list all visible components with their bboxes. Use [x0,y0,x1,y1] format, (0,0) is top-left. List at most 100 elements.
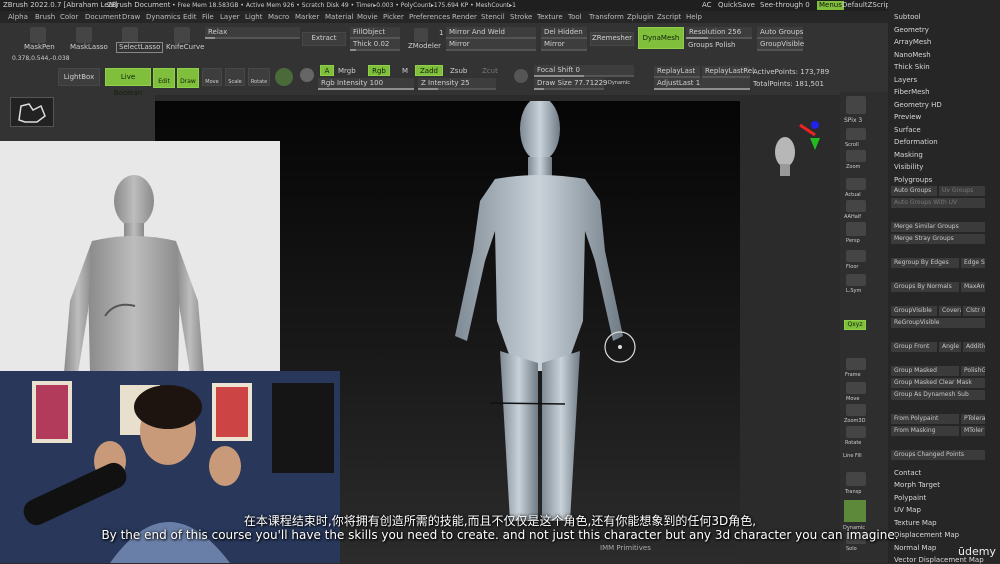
menu-dynamics[interactable]: Dynamics [146,13,181,21]
zoom3d-button[interactable]: Zoom3D [844,417,865,426]
mirror-button[interactable]: Mirror [446,39,536,51]
thick-slider[interactable]: Thick 0.02 [350,39,400,51]
mirror-button-2[interactable]: Mirror [541,39,587,51]
actual-button[interactable]: Actual [845,191,861,200]
color-sphere-icon[interactable] [300,68,314,82]
menu-color[interactable]: Color [60,13,78,21]
menus-toggle[interactable]: Menus [817,1,844,10]
knife-curve-icon[interactable] [174,27,190,43]
menu-zplugin[interactable]: Zplugin [627,13,653,21]
group-as-dynamesh-sub-btn[interactable]: Group As Dynamesh Sub [891,390,985,400]
navigation-gizmo[interactable] [770,120,830,182]
m-toggle[interactable]: M [402,67,408,76]
palette-contact[interactable]: Contact [894,469,921,477]
mask-lasso-button[interactable]: MaskLasso [70,43,108,52]
palette-arraymesh[interactable]: ArrayMesh [894,38,931,46]
auto-groups-with-uv-btn[interactable]: Auto Groups With UV [891,198,985,208]
move-view-icon[interactable] [846,382,866,394]
menu-material[interactable]: Material [325,13,353,21]
draw-button[interactable]: Draw [177,68,199,88]
menu-marker[interactable]: Marker [295,13,319,21]
menu-brush[interactable]: Brush [35,13,55,21]
mask-pen-icon[interactable] [30,27,46,43]
qxyz-toggle[interactable]: Qxyz [844,320,866,330]
transp-button[interactable]: Transp [845,488,861,497]
solo-button[interactable]: Solo [846,545,857,554]
menu-stencil[interactable]: Stencil [481,13,505,21]
select-lasso-button[interactable]: SelectLasso [116,42,164,53]
replay-last-rel-button[interactable]: ReplayLastRel [702,66,754,78]
del-hidden-button[interactable]: Del Hidden [541,27,587,39]
zcut-toggle[interactable]: Zcut [482,67,498,76]
group-masked-clear-mask-btn[interactable]: Group Masked Clear Mask [891,378,985,388]
edge-slider[interactable]: Edge S [961,258,985,268]
adjust-last-slider[interactable]: AdjustLast 1 [654,78,750,90]
zoom-icon[interactable] [846,150,866,162]
dynamic-toggle[interactable]: Dynamic [608,79,630,88]
palette-visibility[interactable]: Visibility [894,163,923,171]
lsym-icon[interactable] [846,274,866,286]
mask-pen-button[interactable]: MaskPen [24,43,55,52]
see-through-slider[interactable]: See-through 0 [760,1,810,10]
additive-toggle[interactable]: Additive [963,342,985,352]
ptolerance-slider[interactable]: PTolera [961,414,985,424]
menu-layer[interactable]: Layer [220,13,240,21]
group-front-btn[interactable]: Group Front [891,342,937,352]
rotate-button[interactable]: Rotate [248,68,270,86]
palette-geometry[interactable]: Geometry [894,26,929,34]
palette-nanomesh[interactable]: NanoMesh [894,51,931,59]
aahalf-button[interactable]: AAHalf [844,213,861,222]
merge-stray-groups-btn[interactable]: Merge Stray Groups [891,234,985,244]
move-view-button[interactable]: Move [846,395,859,404]
menu-picker[interactable]: Picker [383,13,404,21]
auto-groups-button[interactable]: Auto Groups [757,27,803,39]
edit-button[interactable]: Edit [153,68,175,88]
actual-icon[interactable] [846,178,866,190]
menu-document[interactable]: Document [85,13,121,21]
persp-button[interactable]: Persp [846,237,860,246]
menu-movie[interactable]: Movie [357,13,378,21]
menu-texture[interactable]: Texture [537,13,563,21]
mirror-and-weld-button[interactable]: Mirror And Weld [446,27,536,39]
regroup-by-edges-btn[interactable]: Regroup By Edges [891,258,959,268]
regroup-visible-btn[interactable]: ReGroupVisible [891,318,985,328]
scale-button[interactable]: Scale [225,68,245,86]
zadd-toggle[interactable]: Zadd [415,65,443,76]
menu-transform[interactable]: Transform [589,13,624,21]
alpha-preview[interactable] [10,97,54,127]
group-masked-btn[interactable]: Group Masked [891,366,959,376]
line-fill-button[interactable]: Line Fill [843,452,862,461]
rotate-view-button[interactable]: Rotate [845,439,861,448]
mask-lasso-icon[interactable] [76,27,92,43]
menu-tool[interactable]: Tool [568,13,582,21]
spix-icon[interactable] [846,96,866,114]
default-zscript[interactable]: DefaultZScript [842,1,893,10]
dynamesh-button[interactable]: DynaMesh [638,27,684,49]
draw-size-slider[interactable]: Draw Size 77.71229 [534,78,608,90]
palette-deformation[interactable]: Deformation [894,138,938,146]
menu-preferences[interactable]: Preferences [409,13,450,21]
rgb-intensity-slider[interactable]: Rgb Intensity 100 [318,78,414,90]
palette-morph-target[interactable]: Morph Target [894,481,940,489]
palette-fibermesh[interactable]: FiberMesh [894,88,930,96]
lightbox-button[interactable]: LightBox [58,68,100,86]
auto-groups-btn[interactable]: Auto Groups [891,186,937,196]
rgb-toggle[interactable]: Rgb [368,65,390,76]
zmodeler-button[interactable]: ZModeler [408,42,441,51]
menu-render[interactable]: Render [452,13,477,21]
palette-subtool[interactable]: Subtool [894,13,921,21]
polish-groups-slider[interactable]: PolishG [961,366,985,376]
mrgb-toggle[interactable]: Mrgb [338,67,356,76]
groups-changed-points-btn[interactable]: Groups Changed Points [891,450,985,460]
palette-thick-skin[interactable]: Thick Skin [894,63,930,71]
replay-last-button[interactable]: ReplayLast [654,66,700,78]
zmodeler-icon[interactable] [414,28,428,42]
material-sphere-icon[interactable] [275,68,293,86]
palette-surface[interactable]: Surface [894,126,921,134]
menu-draw[interactable]: Draw [122,13,140,21]
menu-edit[interactable]: Edit [183,13,197,21]
zoom-button[interactable]: Zoom [846,163,860,172]
quicksave-button[interactable]: QuickSave [718,1,755,10]
palette-masking[interactable]: Masking [894,151,923,159]
zsub-toggle[interactable]: Zsub [450,67,467,76]
